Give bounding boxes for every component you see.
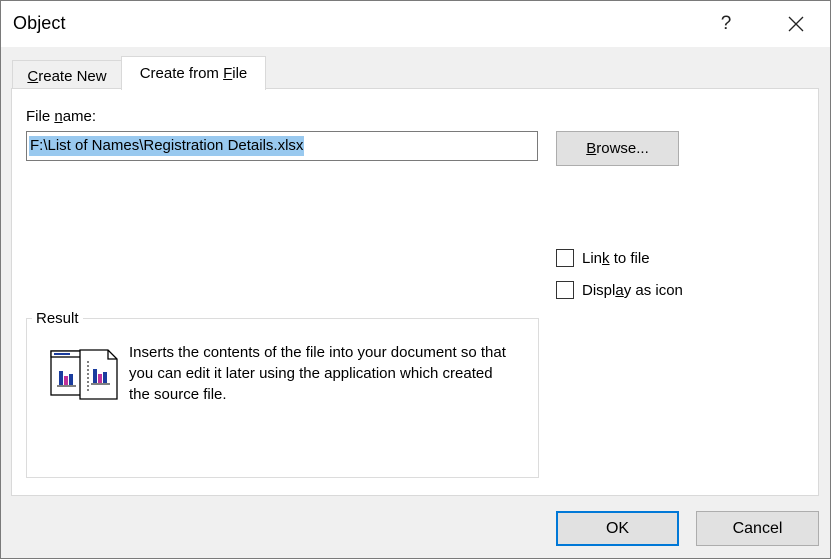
result-description: Inserts the contents of the file into yo… xyxy=(129,342,529,405)
help-button[interactable]: ? xyxy=(703,1,749,47)
tab-create-from-file-label: Create from File xyxy=(139,65,248,82)
file-name-input[interactable]: F:\List of Names\Registration Details.xl… xyxy=(26,131,538,161)
close-button[interactable] xyxy=(773,1,819,47)
link-to-file-label: Link to file xyxy=(582,249,650,267)
result-line-2: you can edit it later using the applicat… xyxy=(129,365,493,382)
link-to-file-option[interactable]: Link to file xyxy=(556,249,650,267)
tab-create-new-label: Create New xyxy=(27,67,107,85)
browse-button[interactable]: Browse... xyxy=(556,131,679,166)
display-as-icon-checkbox[interactable] xyxy=(556,281,574,299)
cancel-button[interactable]: Cancel xyxy=(696,511,819,546)
close-icon xyxy=(788,16,804,32)
result-line-3: the source file. xyxy=(129,386,227,403)
ok-button[interactable]: OK xyxy=(556,511,679,546)
title-bar: Object ? xyxy=(1,1,830,47)
result-line-1: Inserts the contents of the file into yo… xyxy=(129,344,506,361)
display-as-icon-option[interactable]: Display as icon xyxy=(556,281,683,299)
dialog-title: Object xyxy=(13,13,66,33)
result-legend: Result xyxy=(32,310,83,327)
display-as-icon-label: Display as icon xyxy=(582,281,683,299)
file-name-label: File name: xyxy=(26,108,97,125)
tab-create-from-file[interactable]: Create from File xyxy=(121,56,266,90)
embedded-object-icon xyxy=(50,349,120,405)
browse-label: Browse... xyxy=(586,140,649,157)
link-to-file-checkbox[interactable] xyxy=(556,249,574,267)
tab-create-new[interactable]: Create New xyxy=(12,60,122,91)
file-name-value: F:\List of Names\Registration Details.xl… xyxy=(29,136,305,156)
